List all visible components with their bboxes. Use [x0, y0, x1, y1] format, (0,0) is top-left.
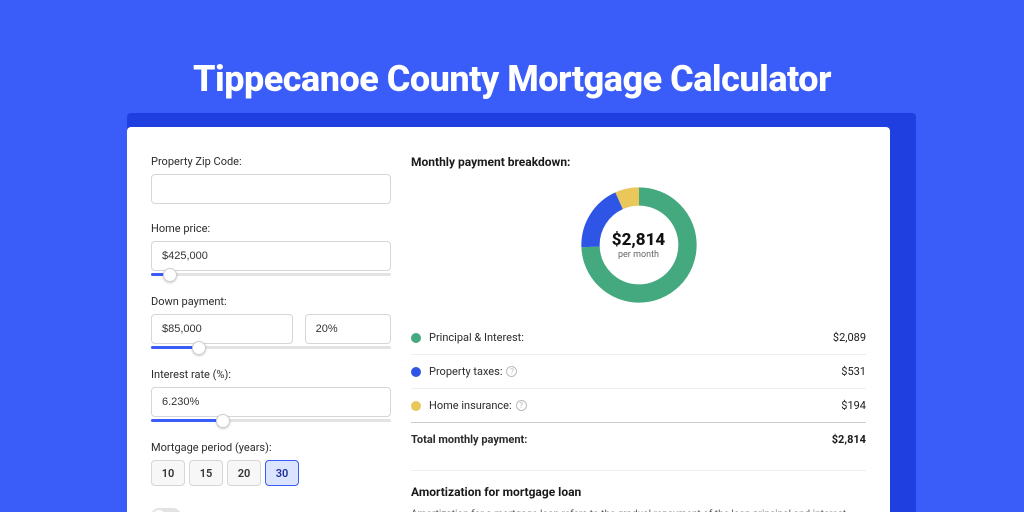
- home-price-slider-thumb[interactable]: [163, 268, 177, 282]
- veteran-row: I am veteran or military: [151, 508, 391, 512]
- zip-input[interactable]: [151, 174, 391, 204]
- period-option-20[interactable]: 20: [227, 460, 261, 486]
- legend-dot: [411, 367, 421, 377]
- breakdown-column: Monthly payment breakdown: $2,814 per mo…: [411, 155, 866, 512]
- stage: Tippecanoe County Mortgage Calculator Pr…: [0, 0, 1024, 512]
- form-column: Property Zip Code: Home price: Down paym…: [151, 155, 391, 512]
- page-title: Tippecanoe County Mortgage Calculator: [0, 58, 1024, 100]
- zip-field-wrap: [151, 174, 391, 204]
- amortization-section: Amortization for mortgage loan Amortizat…: [411, 470, 866, 512]
- veteran-toggle[interactable]: [151, 508, 181, 512]
- interest-rate-slider-fill: [151, 419, 223, 422]
- legend-value: $194: [841, 399, 866, 412]
- donut-wrap: $2,814 per month: [411, 181, 866, 309]
- info-icon[interactable]: ?: [506, 366, 517, 377]
- home-price-wrap: [151, 241, 391, 271]
- calculator-panel: Property Zip Code: Home price: Down paym…: [127, 127, 890, 512]
- donut-center-value: $2,814: [612, 230, 665, 250]
- legend-row-1: Property taxes:?$531: [411, 354, 866, 388]
- legend: Principal & Interest:$2,089Property taxe…: [411, 321, 866, 456]
- legend-dot: [411, 333, 421, 343]
- info-icon[interactable]: ?: [516, 400, 527, 411]
- amortization-text: Amortization for a mortgage loan refers …: [411, 507, 866, 512]
- legend-dot: [411, 401, 421, 411]
- interest-rate-input[interactable]: [151, 387, 391, 417]
- down-payment-row: [151, 314, 391, 344]
- down-payment-pct-input[interactable]: [305, 314, 391, 344]
- legend-label: Principal & Interest:: [429, 331, 833, 344]
- donut-chart: $2,814 per month: [575, 181, 703, 309]
- donut-center-sub: per month: [618, 250, 659, 260]
- interest-rate-slider-thumb[interactable]: [216, 414, 230, 428]
- legend-row-2: Home insurance:?$194: [411, 388, 866, 422]
- legend-row-0: Principal & Interest:$2,089: [411, 321, 866, 354]
- home-price-input[interactable]: [151, 241, 391, 271]
- legend-total-row: Total monthly payment:$2,814: [411, 422, 866, 456]
- legend-value: $2,089: [833, 331, 866, 344]
- breakdown-title: Monthly payment breakdown:: [411, 155, 866, 169]
- interest-rate-slider[interactable]: [151, 419, 391, 422]
- legend-label: Property taxes:?: [429, 365, 841, 378]
- period-option-30[interactable]: 30: [265, 460, 299, 486]
- down-payment-slider[interactable]: [151, 346, 391, 349]
- period-option-10[interactable]: 10: [151, 460, 185, 486]
- interest-rate-wrap: [151, 387, 391, 417]
- down-payment-slider-thumb[interactable]: [192, 341, 206, 355]
- down-payment-wrap: [151, 314, 391, 344]
- zip-label: Property Zip Code:: [151, 155, 391, 168]
- legend-total-label: Total monthly payment:: [411, 433, 832, 446]
- down-payment-input[interactable]: [151, 314, 293, 344]
- legend-value: $531: [841, 365, 866, 378]
- period-option-15[interactable]: 15: [189, 460, 223, 486]
- legend-total-value: $2,814: [832, 433, 866, 446]
- home-price-slider[interactable]: [151, 273, 391, 276]
- amortization-title: Amortization for mortgage loan: [411, 485, 866, 499]
- panel-inner: Property Zip Code: Home price: Down paym…: [127, 127, 890, 512]
- donut-center: $2,814 per month: [575, 181, 703, 309]
- home-price-label: Home price:: [151, 222, 391, 235]
- down-payment-label: Down payment:: [151, 295, 391, 308]
- period-segmented: 10152030: [151, 460, 391, 486]
- legend-label: Home insurance:?: [429, 399, 841, 412]
- interest-rate-label: Interest rate (%):: [151, 368, 391, 381]
- period-label: Mortgage period (years):: [151, 441, 391, 454]
